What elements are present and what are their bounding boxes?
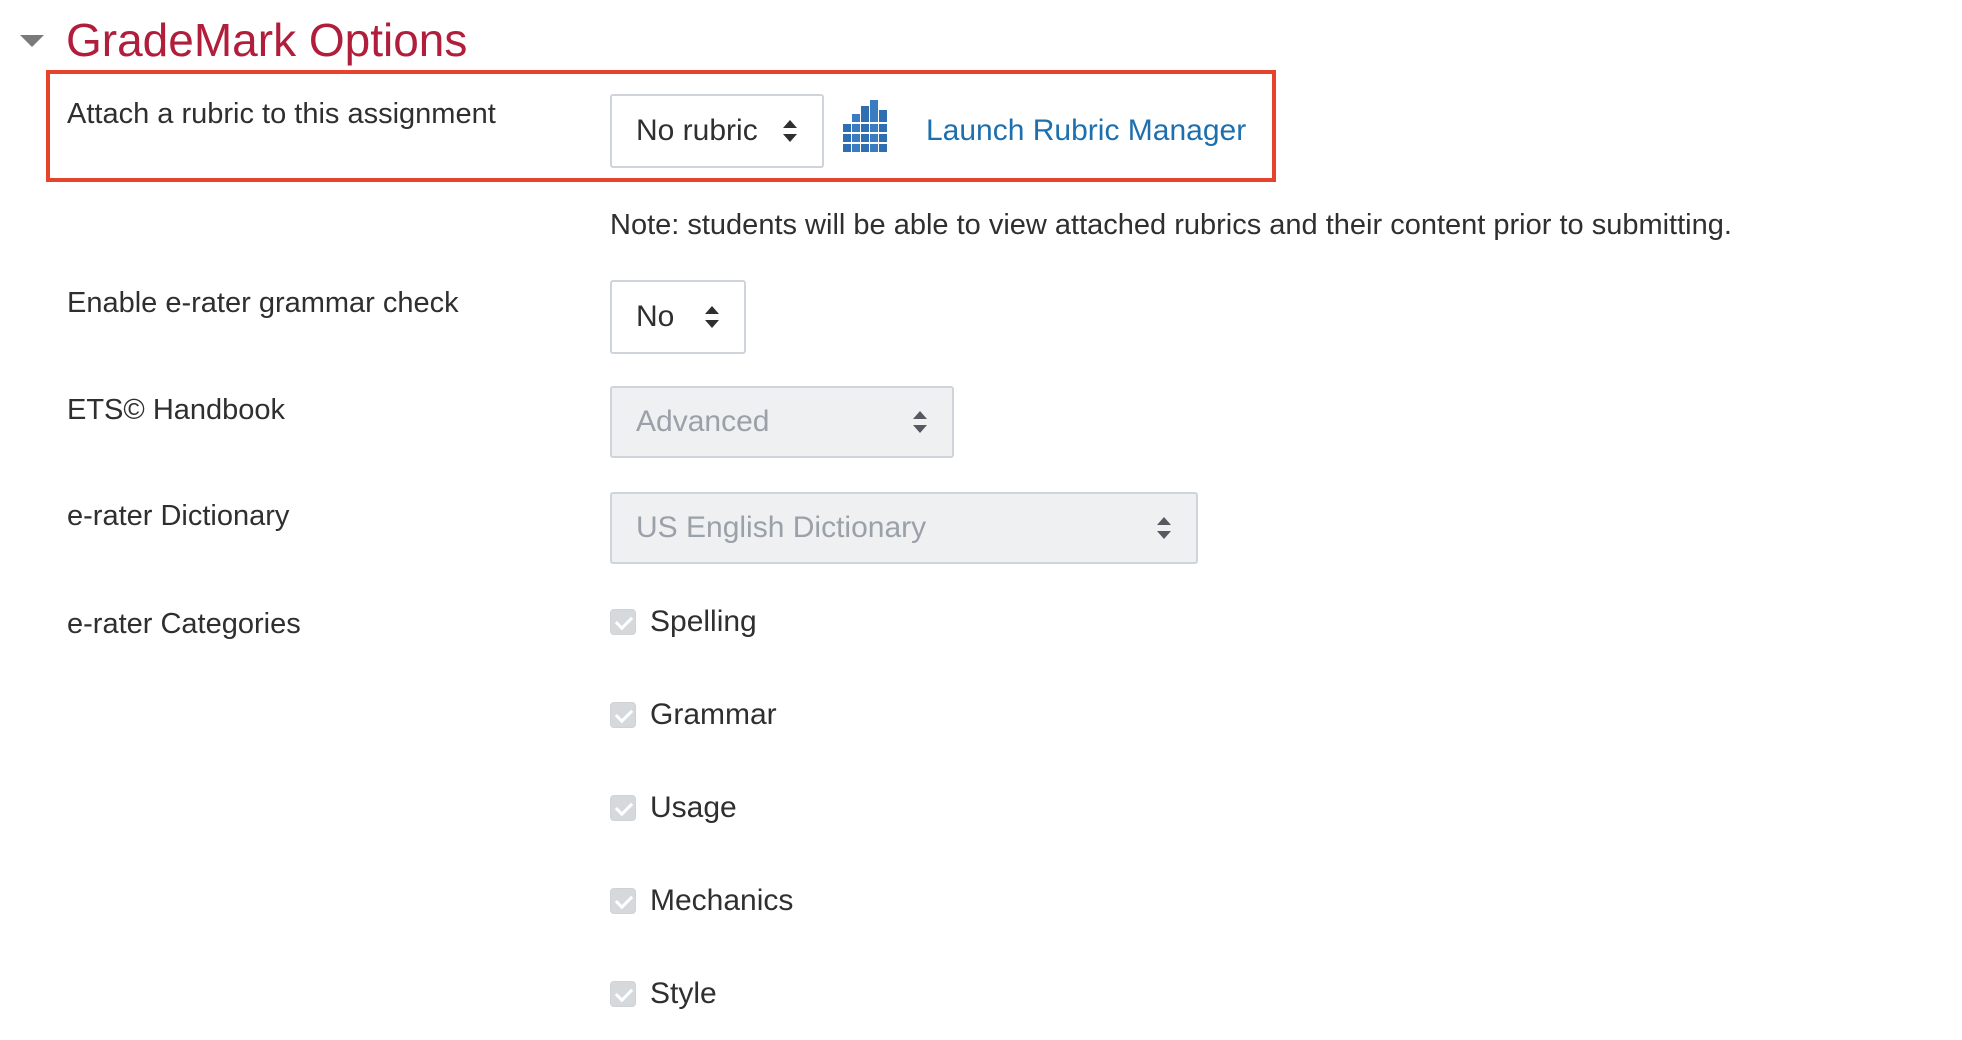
category-item-style: Style (610, 976, 717, 1012)
erater-select[interactable]: No (610, 280, 746, 354)
checkbox-label: Mechanics (650, 884, 794, 917)
rubric-label: Attach a rubric to this assignment (67, 98, 496, 130)
category-item-mechanics: Mechanics (610, 883, 793, 919)
caret-down-icon[interactable] (20, 35, 44, 47)
dictionary-select: US English Dictionary (610, 492, 1198, 564)
checkbox (610, 609, 636, 635)
erater-select-value: No (636, 300, 675, 333)
checkbox (610, 795, 636, 821)
checkbox (610, 888, 636, 914)
launch-rubric-manager-link[interactable]: Launch Rubric Manager (926, 116, 1246, 146)
checkbox-label: Grammar (650, 698, 777, 731)
section-header[interactable]: GradeMark Options (20, 10, 467, 70)
rubric-select[interactable]: No rubric (610, 94, 824, 168)
select-caret-icon (912, 411, 928, 433)
checkbox-label: Spelling (650, 605, 757, 638)
select-caret-icon (704, 306, 720, 328)
category-item-grammar: Grammar (610, 697, 777, 733)
checkbox-label: Style (650, 977, 717, 1010)
category-item-spelling: Spelling (610, 604, 757, 640)
handbook-label: ETS© Handbook (67, 394, 286, 426)
section-title: GradeMark Options (66, 14, 468, 66)
dictionary-select-value: US English Dictionary (636, 511, 927, 544)
checkbox-label: Usage (650, 791, 737, 824)
rubric-manager-icon[interactable] (843, 100, 887, 152)
handbook-select-value: Advanced (636, 405, 770, 438)
select-caret-icon (782, 120, 798, 142)
dictionary-label: e-rater Dictionary (67, 500, 290, 532)
rubric-note: Note: students will be able to view atta… (610, 209, 1732, 241)
rubric-select-value: No rubric (636, 114, 758, 147)
handbook-select: Advanced (610, 386, 954, 458)
select-caret-icon (1156, 517, 1172, 539)
checkbox (610, 981, 636, 1007)
category-item-usage: Usage (610, 790, 737, 826)
categories-label: e-rater Categories (67, 608, 301, 640)
checkbox (610, 702, 636, 728)
erater-label: Enable e-rater grammar check (67, 287, 459, 319)
